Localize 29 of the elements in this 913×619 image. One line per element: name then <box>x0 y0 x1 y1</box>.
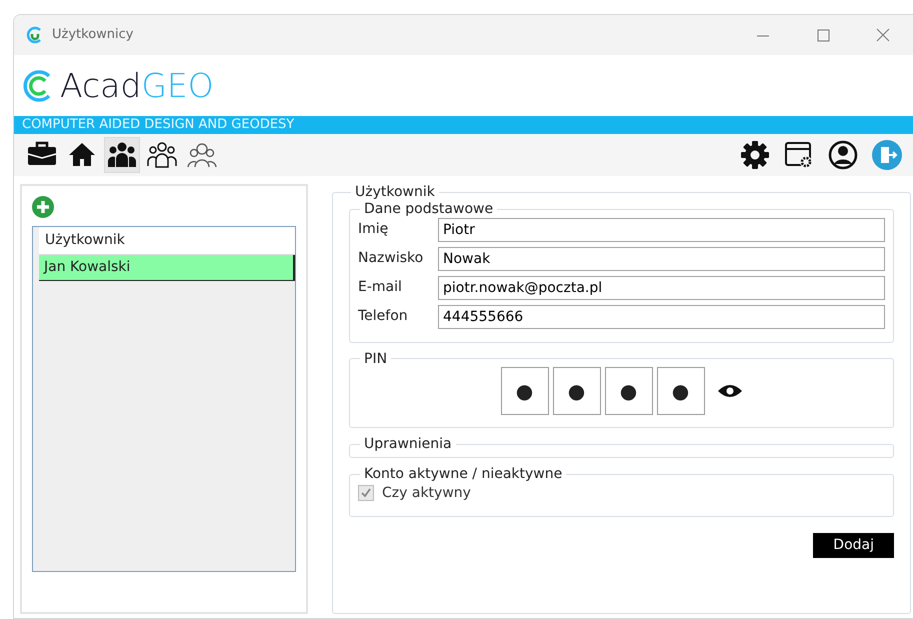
column-header: Użytkownik <box>39 227 295 255</box>
input-field[interactable]: 444555666 <box>438 304 885 329</box>
checkbox-label: Czy aktywny <box>382 484 471 503</box>
show-pin-icon[interactable] <box>716 384 742 398</box>
field-label: Telefon <box>358 307 409 326</box>
group-title: Konto aktywne / nieaktywne <box>363 466 564 483</box>
field-label: Nazwisko <box>358 249 424 268</box>
list-row[interactable]: Jan Kowalski <box>39 255 295 281</box>
logout-icon[interactable] <box>869 137 905 173</box>
logo-text: Acad <box>60 69 142 102</box>
users-icon[interactable] <box>104 137 140 173</box>
window-title: Użytkownicy <box>52 26 134 44</box>
pin-field[interactable]: ● <box>656 367 704 416</box>
add-icon[interactable] <box>32 196 54 218</box>
field-label: Imię <box>358 220 390 240</box>
pin-field[interactable]: ● <box>604 367 652 416</box>
add-button[interactable]: Dodaj <box>813 532 894 558</box>
field-label: E-mail <box>358 278 403 298</box>
banner: COMPUTER AIDED DESIGN AND GEODESY <box>14 116 913 134</box>
input-field[interactable]: piotr.nowak@poczta.pl <box>438 276 885 300</box>
input-field[interactable]: Piotr <box>438 218 885 242</box>
group-title: Dane podstawowe <box>363 200 494 218</box>
input-field[interactable]: Nowak <box>438 246 885 271</box>
pin-field[interactable]: ● <box>552 367 600 416</box>
group-title: Uprawnienia <box>363 436 453 454</box>
logo-text: GEO <box>141 69 214 102</box>
group-title: PIN <box>363 350 388 368</box>
pin-field[interactable]: ● <box>500 367 548 416</box>
group-title: Użytkownik <box>354 184 436 201</box>
